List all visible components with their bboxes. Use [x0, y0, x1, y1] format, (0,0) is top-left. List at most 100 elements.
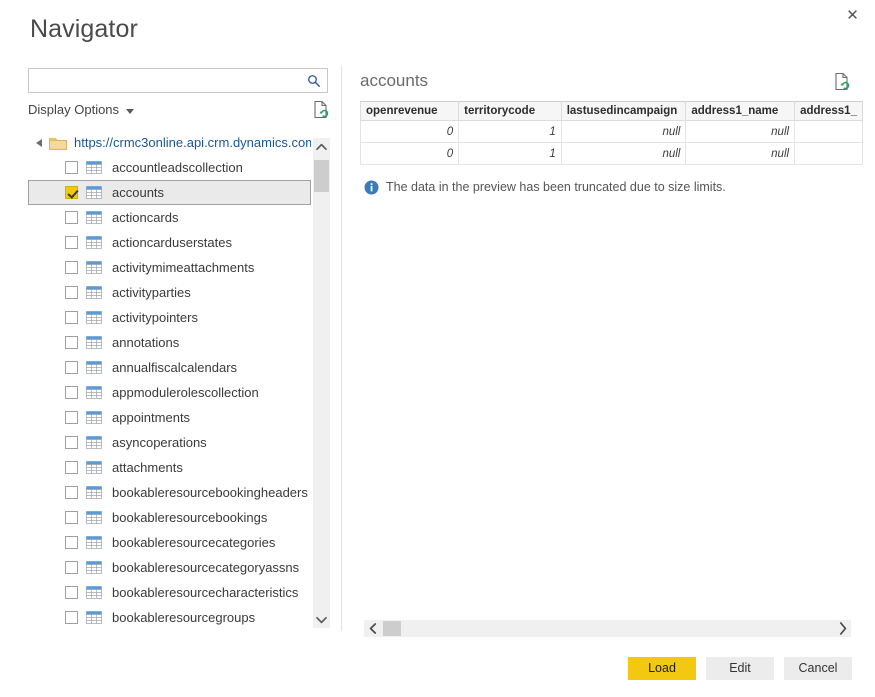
tree-item-actioncarduserstates[interactable]: actioncarduserstates	[28, 230, 311, 255]
display-options-button[interactable]: Display Options	[28, 101, 135, 119]
grid-body: 0 1 null null 0 1 null null	[360, 120, 863, 165]
search-input[interactable]	[29, 69, 301, 92]
checkbox-bookableresourcecategories[interactable]	[65, 536, 78, 549]
tree-item-attachments[interactable]: attachments	[28, 455, 311, 480]
refresh-document-icon[interactable]	[312, 100, 330, 119]
tree-vertical-scrollbar[interactable]	[313, 138, 330, 628]
checkbox-activitymimeattachments[interactable]	[65, 261, 78, 274]
tree-item-label: bookableresourcecategories	[112, 534, 276, 550]
tree-item-actioncards[interactable]: actioncards	[28, 205, 311, 230]
checkbox-activityparties[interactable]	[65, 286, 78, 299]
grid-cell: null	[560, 142, 687, 165]
dialog-footer: Load Edit Cancel	[628, 657, 852, 680]
page-title: Navigator	[30, 15, 138, 43]
expand-collapse-icon[interactable]	[32, 138, 46, 147]
grid-cell: null	[685, 120, 796, 143]
grid-cell: null	[560, 120, 687, 143]
checkbox-appmodulerolescollection[interactable]	[65, 386, 78, 399]
tree-item-label: attachments	[112, 459, 183, 475]
table-icon	[86, 511, 102, 524]
grid-row: 0 1 null null	[360, 142, 863, 165]
checkbox-bookableresourcecategoryassns[interactable]	[65, 561, 78, 574]
tree-item-accountleadscollection[interactable]: accountleadscollection	[28, 155, 311, 180]
table-icon	[86, 561, 102, 574]
grid-column-header[interactable]: lastusedincampaign	[560, 101, 687, 121]
close-button[interactable]: ✕	[830, 0, 875, 30]
tree-item-label: asyncoperations	[112, 434, 207, 450]
checkbox-actioncards[interactable]	[65, 211, 78, 224]
preview-grid-wrap[interactable]: openrevenue territorycode lastusedincampai…	[360, 101, 863, 173]
preview-grid: openrevenue territorycode lastusedincampai…	[360, 101, 863, 165]
checkbox-bookableresourcecharacteristics[interactable]	[65, 586, 78, 599]
preview-horizontal-scrollbar[interactable]	[364, 620, 851, 637]
hscrollbar-thumb[interactable]	[383, 621, 401, 636]
search-box[interactable]	[28, 68, 328, 93]
tree-item-activitymimeattachments[interactable]: activitymimeattachments	[28, 255, 311, 280]
checkbox-bookableresourcebookingheaders[interactable]	[65, 486, 78, 499]
grid-cell: 0	[360, 120, 460, 143]
grid-cell: 1	[458, 142, 562, 165]
tree-item-annualfiscalcalendars[interactable]: annualfiscalcalendars	[28, 355, 311, 380]
grid-column-header[interactable]: openrevenue	[360, 101, 460, 121]
cancel-button[interactable]: Cancel	[784, 657, 852, 680]
checkbox-actioncarduserstates[interactable]	[65, 236, 78, 249]
tree-item-bookableresourcegroups[interactable]: bookableresourcegroups	[28, 605, 311, 630]
checkbox-attachments[interactable]	[65, 461, 78, 474]
tree-root-node[interactable]: https://crmc3online.api.crm.dynamics.com…	[28, 130, 311, 155]
checkbox-asyncoperations[interactable]	[65, 436, 78, 449]
grid-column-header[interactable]: territorycode	[458, 101, 562, 121]
tree-item-activitypointers[interactable]: activitypointers	[28, 305, 311, 330]
table-icon	[86, 211, 102, 224]
grid-column-header[interactable]: address1_name	[685, 101, 796, 121]
tree-root-label: https://crmc3online.api.crm.dynamics.com…	[74, 135, 311, 150]
tree-item-label: bookableresourcegroups	[112, 609, 256, 625]
tree-item-asyncoperations[interactable]: asyncoperations	[28, 430, 311, 455]
tree-item-bookableresourcebookings[interactable]: bookableresourcebookings	[28, 505, 311, 530]
tree-item-activityparties[interactable]: activityparties	[28, 280, 311, 305]
tree-item-appmodulerolescollection[interactable]: appmodulerolescollection	[28, 380, 311, 405]
tree-item-bookableresourcecategoryassns[interactable]: bookableresourcecategoryassns	[28, 555, 311, 580]
preview-header: accounts	[360, 70, 863, 100]
preview-pane: accounts openrevenue territorycode lastuse…	[360, 70, 863, 637]
search-icon[interactable]	[304, 71, 324, 90]
tree-item-appointments[interactable]: appointments	[28, 405, 311, 430]
tree-item-label: appointments	[112, 409, 191, 425]
tree-item-bookableresourcecharacteristics[interactable]: bookableresourcecharacteristics	[28, 580, 311, 605]
display-options-row: Display Options	[28, 100, 330, 123]
checkbox-annotations[interactable]	[65, 336, 78, 349]
tree-item-label: annotations	[112, 334, 180, 350]
table-icon	[86, 186, 102, 199]
checkbox-activitypointers[interactable]	[65, 311, 78, 324]
refresh-preview-icon[interactable]	[833, 72, 851, 91]
info-icon	[364, 180, 379, 195]
checkbox-accounts[interactable]	[65, 186, 78, 199]
checkbox-bookableresourcegroups[interactable]	[65, 611, 78, 624]
checkbox-appointments[interactable]	[65, 411, 78, 424]
tree-item-label: appmodulerolescollection	[112, 384, 259, 400]
tree-item-annotations[interactable]: annotations	[28, 330, 311, 355]
table-icon	[86, 161, 102, 174]
tree-item-accounts[interactable]: accounts	[28, 180, 311, 205]
grid-column-header[interactable]: address1_	[794, 101, 863, 121]
scroll-down-arrow-icon[interactable]	[313, 611, 330, 628]
folder-icon	[49, 136, 67, 150]
load-button[interactable]: Load	[628, 657, 696, 680]
grid-cell	[794, 120, 863, 143]
table-icon	[86, 336, 102, 349]
tree-item-label: actioncards	[112, 209, 179, 225]
checkbox-annualfiscalcalendars[interactable]	[65, 361, 78, 374]
scroll-left-arrow-icon[interactable]	[364, 620, 381, 637]
tree-item-bookableresourcecategories[interactable]: bookableresourcecategories	[28, 530, 311, 555]
pane-divider	[341, 66, 342, 631]
table-icon	[86, 411, 102, 424]
table-icon	[86, 236, 102, 249]
scroll-right-arrow-icon[interactable]	[834, 620, 851, 637]
tree-item-label: annualfiscalcalendars	[112, 359, 238, 375]
checkbox-bookableresourcebookings[interactable]	[65, 511, 78, 524]
scrollbar-thumb[interactable]	[314, 160, 329, 192]
tree-item-bookableresourcebookingheaders[interactable]: bookableresourcebookingheaders	[28, 480, 311, 505]
edit-button[interactable]: Edit	[706, 657, 774, 680]
checkbox-accountleadscollection[interactable]	[65, 161, 78, 174]
scroll-up-arrow-icon[interactable]	[313, 138, 330, 155]
table-icon	[86, 386, 102, 399]
